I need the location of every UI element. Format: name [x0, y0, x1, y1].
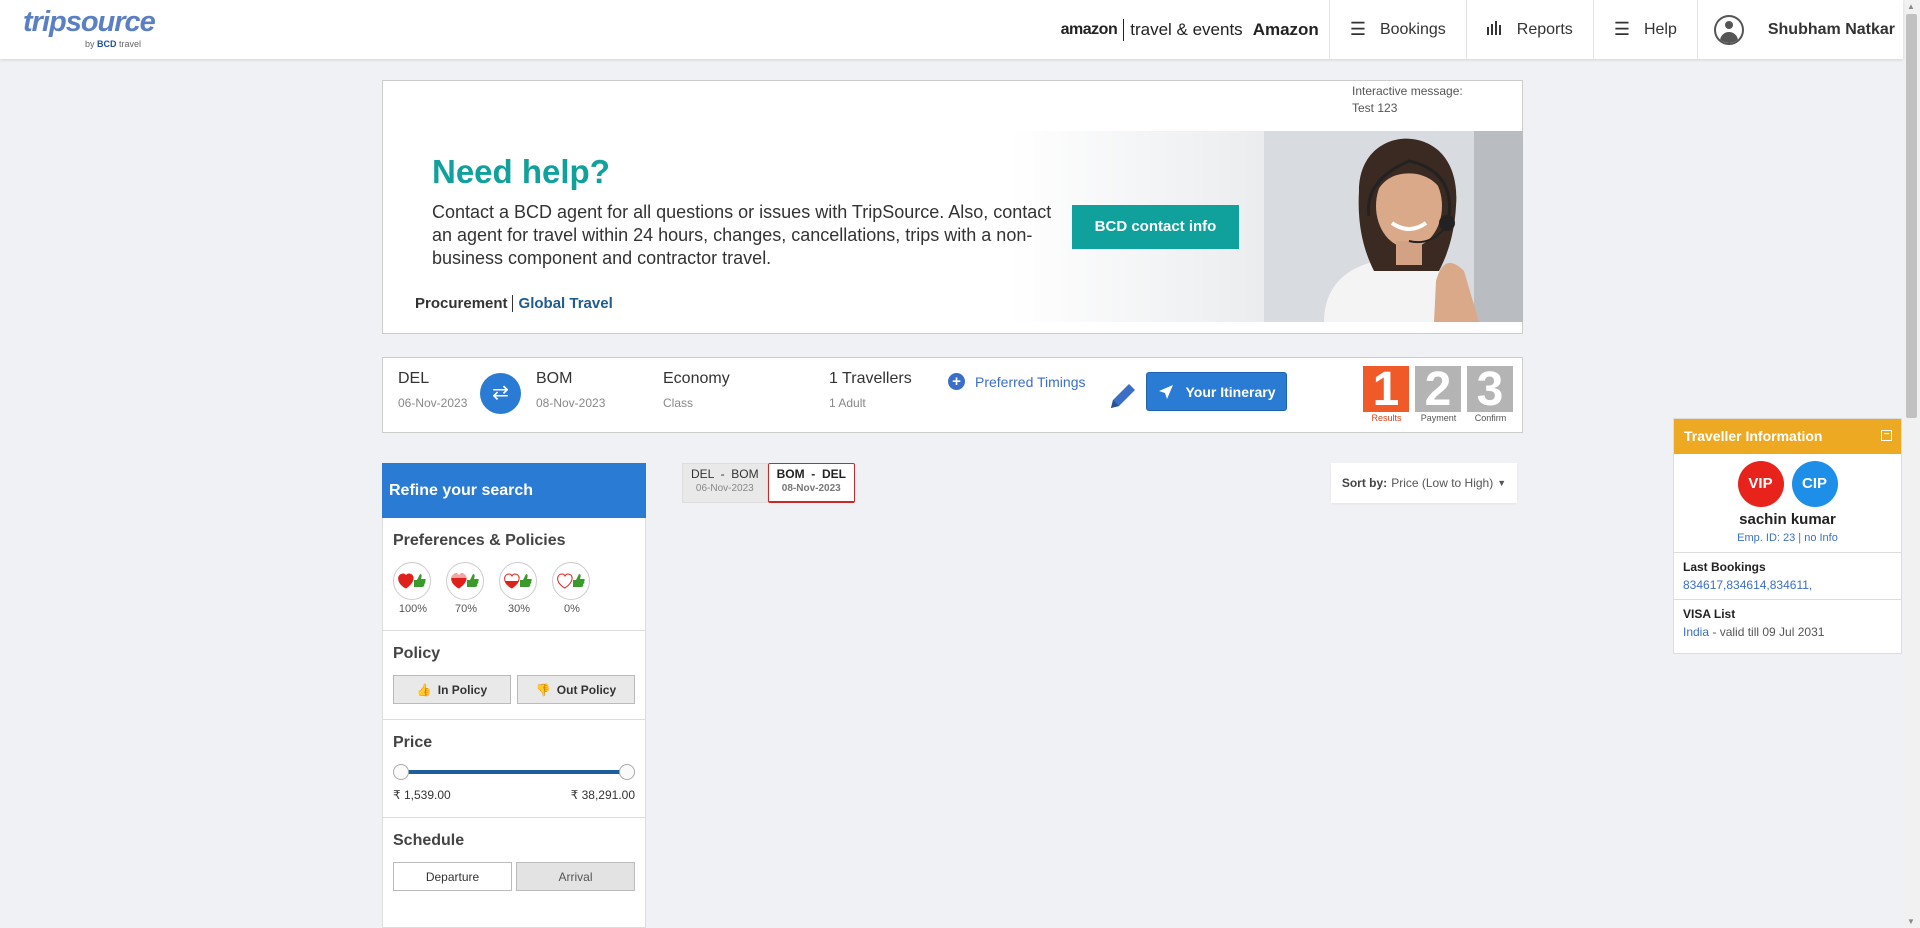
scroll-up-icon[interactable]: ▲ [1907, 2, 1915, 11]
message-panel: Interactive message: Test 123 Need help?… [382, 80, 1523, 334]
amazon-travel-brand: amazon travel & events Amazon [1060, 18, 1329, 41]
last-bookings: Last Bookings 834617,834614,834611, [1674, 552, 1901, 599]
price-max-value: ₹ 38,291.00 [570, 788, 635, 802]
policy-title: Policy [393, 645, 441, 662]
banner-title: Need help? [432, 153, 610, 190]
leg-tab-del-bom[interactable]: DEL - BOM 06-Nov-2023 [682, 463, 768, 503]
your-itinerary-button[interactable]: Your Itinerary [1146, 372, 1287, 411]
heart-thumb-icon [504, 573, 532, 589]
price-range-slider[interactable] [393, 764, 635, 780]
origin[interactable]: DEL 06-Nov-2023 [398, 370, 467, 410]
user-name: Shubham Natkar [1767, 20, 1895, 38]
step-payment: 2 Payment [1415, 366, 1462, 423]
nav-bookings[interactable]: ☰ Bookings [1328, 0, 1466, 59]
traveller-info-header: Traveller Information − [1674, 419, 1901, 454]
preference-0-filter[interactable]: 0% [552, 562, 592, 615]
swap-icon[interactable]: ⇄ [480, 373, 521, 414]
vip-badge: VIP [1737, 461, 1784, 507]
preference-70-filter[interactable]: 70% [446, 562, 486, 615]
nav-help-label: Help [1643, 20, 1677, 38]
top-navbar: tripsource by BCD travel amazon travel &… [0, 0, 1903, 59]
cip-badge: CIP [1791, 461, 1838, 507]
step-results: 1 Results [1363, 366, 1410, 423]
scrollbar-thumb[interactable] [1906, 14, 1917, 418]
sort-dropdown[interactable]: Sort by: Price (Low to High) ▼ [1331, 463, 1517, 503]
preference-30-filter[interactable]: 30% [499, 562, 539, 615]
banner-text: Contact a BCD agent for all questions or… [432, 202, 1052, 268]
caret-down-icon: ▼ [1497, 478, 1507, 488]
interactive-message: Interactive message: Test 123 [1352, 84, 1463, 115]
scroll-down-icon[interactable]: ▼ [1907, 917, 1915, 926]
visa-list: VISA List India - valid till 09 Jul 2031 [1674, 599, 1901, 646]
out-policy-button[interactable]: 👎 Out Policy [517, 675, 635, 704]
schedule-section: Schedule Departure Arrival [383, 818, 645, 906]
menu-icon: ☰ [1349, 19, 1366, 39]
user-menu[interactable]: Shubham Natkar [1696, 0, 1903, 59]
heart-thumb-icon [557, 573, 585, 589]
search-summary-bar: DEL 06-Nov-2023 ⇄ BOM 08-Nov-2023 Econom… [382, 357, 1523, 433]
agent-photo [1264, 131, 1523, 322]
arrival-tab[interactable]: Arrival [516, 862, 635, 891]
edit-pencil-icon[interactable] [1107, 380, 1139, 412]
price-min-handle[interactable] [393, 764, 409, 780]
thumbs-down-icon: 👎 [535, 682, 551, 697]
last-bookings-links[interactable]: 834617,834614,834611, [1683, 578, 1892, 592]
price-title: Price [393, 734, 433, 751]
preferences-title: Preferences & Policies [393, 532, 566, 549]
cabin-class[interactable]: Economy Class [663, 370, 730, 410]
departure-tab[interactable]: Departure [393, 862, 512, 891]
plus-icon: + [948, 373, 965, 390]
navigation-arrow-icon [1158, 384, 1173, 399]
tripsource-logo[interactable]: tripsource by BCD travel [23, 6, 158, 52]
price-min-value: ₹ 1,539.00 [393, 788, 451, 802]
price-max-handle[interactable] [619, 764, 635, 780]
booking-steps: 1 Results 2 Payment 3 Confirm [1363, 366, 1519, 423]
nav-help[interactable]: ☰ Help [1592, 0, 1697, 59]
step-confirm: 3 Confirm [1467, 366, 1514, 423]
leg-tab-bom-del[interactable]: BOM - DEL 08-Nov-2023 [767, 463, 855, 503]
nav-reports[interactable]: Reports [1465, 0, 1593, 59]
traveller-info-panel: Traveller Information − VIP CIP sachin k… [1673, 418, 1902, 654]
bar-chart-icon [1486, 19, 1503, 40]
collapse-icon[interactable]: − [1881, 430, 1892, 441]
travellers[interactable]: 1 Travellers 1 Adult [829, 370, 912, 410]
banner-footer: Procurement Global Travel [415, 295, 613, 312]
heart-thumb-icon [451, 573, 479, 589]
bcd-contact-button[interactable]: BCD contact info [1072, 205, 1239, 249]
policy-section: Policy 👍 In Policy 👎 Out Policy [383, 631, 645, 720]
amazon-subtitle: travel & events [1130, 19, 1243, 39]
leg-tabs: DEL - BOM 06-Nov-2023 BOM - DEL 08-Nov-2… [682, 463, 855, 503]
heart-thumb-icon [398, 573, 426, 589]
logo-byline: by BCD travel [85, 39, 142, 49]
menu-icon: ☰ [1613, 19, 1630, 39]
help-banner: Need help? Contact a BCD agent for all q… [384, 131, 1523, 322]
company-name: Amazon [1252, 19, 1319, 39]
refine-search-panel: Refine your search Preferences & Policie… [382, 463, 646, 928]
preferences-section: Preferences & Policies 100% 70% 30% 0% [383, 518, 645, 631]
refine-search-title: Refine your search [382, 463, 646, 518]
page-scrollbar[interactable]: ▲ ▼ [1903, 0, 1920, 928]
traveller-name: sachin kumar [1739, 511, 1836, 528]
thumbs-up-icon: 👍 [416, 682, 432, 697]
preference-100-filter[interactable]: 100% [393, 562, 433, 615]
preferred-timings-link[interactable]: + Preferred Timings [948, 373, 1085, 390]
schedule-title: Schedule [393, 832, 465, 849]
destination[interactable]: BOM 08-Nov-2023 [536, 370, 605, 410]
user-avatar-icon [1713, 14, 1744, 45]
nav-bookings-label: Bookings [1379, 20, 1446, 38]
amazon-logo: amazon [1060, 20, 1118, 38]
visa-country-link[interactable]: India [1683, 625, 1709, 639]
employee-id: Emp. ID: 23 | no Info [1737, 532, 1838, 544]
in-policy-button[interactable]: 👍 In Policy [393, 675, 511, 704]
price-section: Price ₹ 1,539.00 ₹ 38,291.00 [383, 720, 645, 818]
nav-reports-label: Reports [1516, 20, 1573, 38]
logo-text: tripsource [23, 6, 156, 38]
